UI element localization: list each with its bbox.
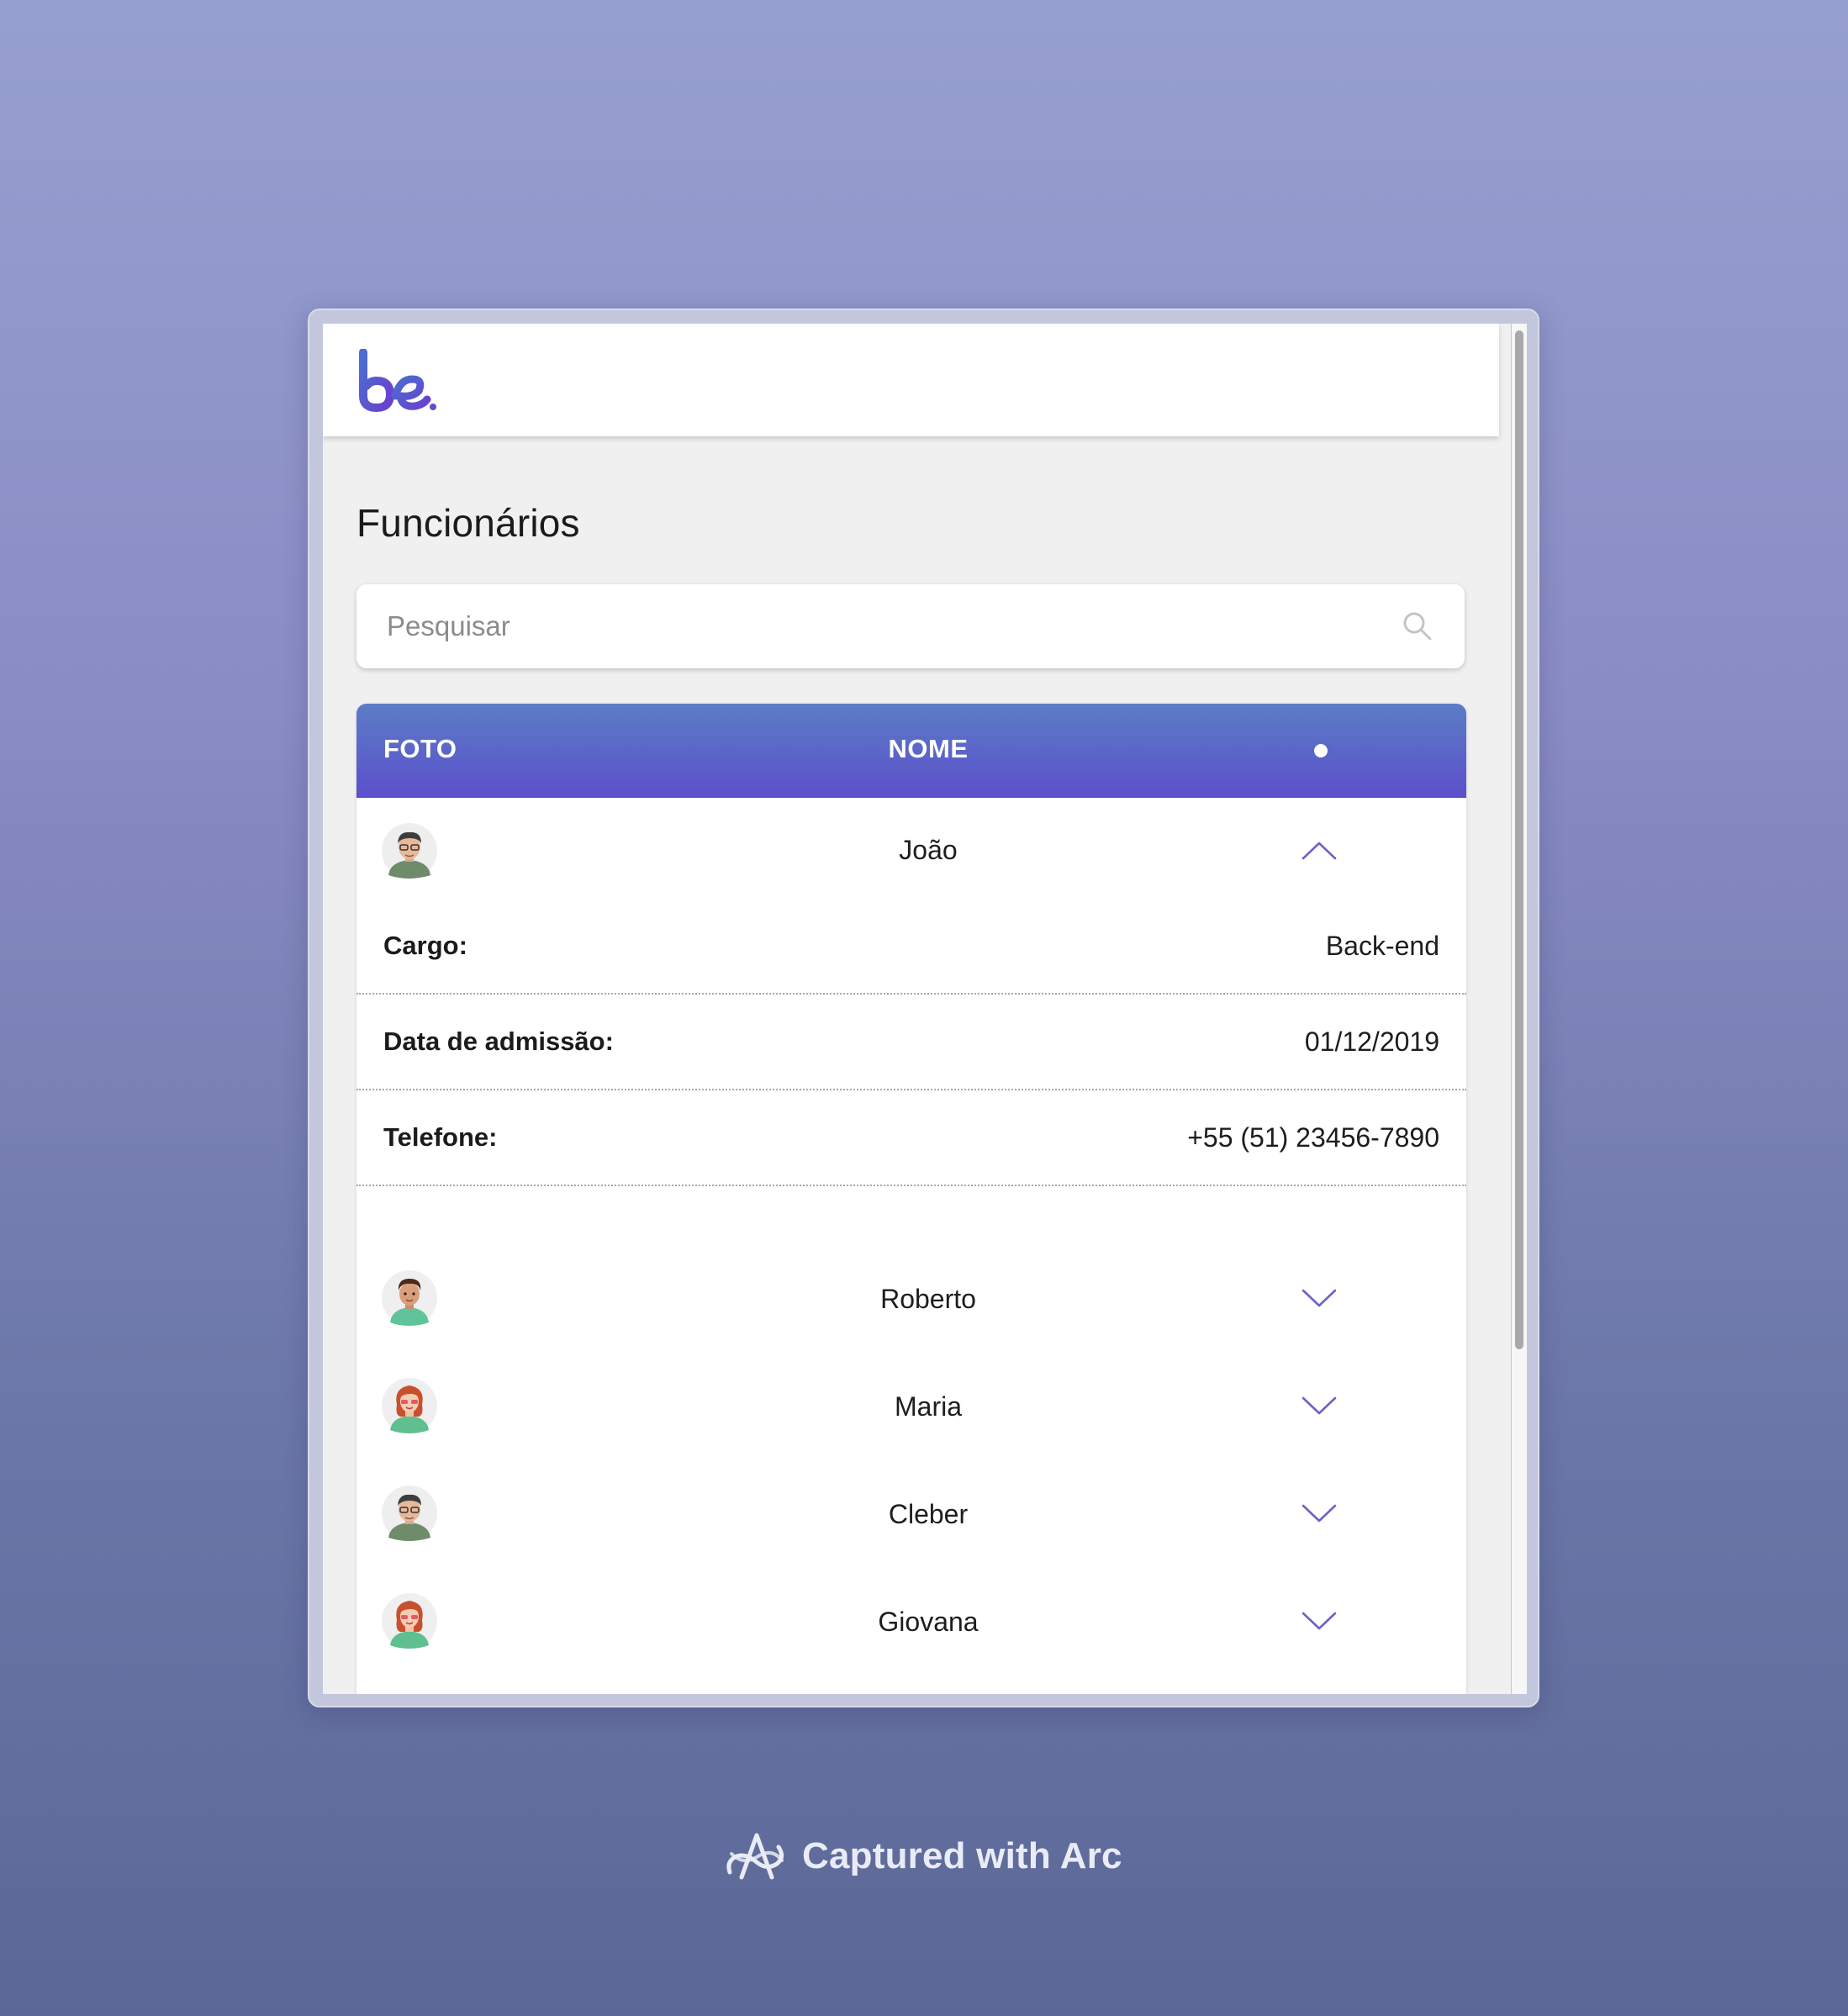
page-title: Funcionários [356, 501, 580, 545]
employee-name: Roberto [880, 1284, 976, 1314]
chevron-down-icon[interactable] [1300, 1287, 1338, 1311]
column-header-nome: NOME [888, 734, 969, 763]
table-row-expanded[interactable]: João [356, 798, 1466, 899]
employees-table: FOTO NOME João Cargo: Back-end Data de a… [356, 704, 1466, 1694]
employee-name: Giovana [878, 1607, 979, 1637]
search-icon[interactable] [1401, 610, 1434, 643]
detail-label: Data de admissão: [383, 1026, 614, 1056]
detail-value: +55 (51) 23456-7890 [1187, 1122, 1439, 1153]
chevron-up-icon[interactable] [1300, 838, 1338, 862]
detail-label: Telefone: [383, 1122, 498, 1152]
search-box [356, 584, 1465, 668]
scrollbar[interactable] [1512, 324, 1527, 1694]
employee-name: João [899, 835, 958, 865]
employee-name: Maria [894, 1391, 962, 1422]
chevron-down-icon[interactable] [1300, 1395, 1338, 1418]
browser-window: Funcionários FOTO NOME João [308, 309, 1539, 1707]
detail-label: Cargo: [383, 931, 467, 960]
table-row[interactable]: Roberto [356, 1248, 1466, 1349]
column-header-foto: FOTO [383, 734, 457, 763]
detail-value: 01/12/2019 [1304, 1026, 1439, 1057]
app-header [323, 324, 1499, 436]
chevron-down-icon[interactable] [1300, 1502, 1338, 1526]
detail-row-cargo: Cargo: Back-end [356, 899, 1466, 995]
table-header: FOTO NOME [356, 704, 1466, 798]
brand-logo[interactable] [356, 349, 437, 413]
column-header-dot-icon [1314, 744, 1328, 757]
table-row[interactable]: Maria [356, 1356, 1466, 1457]
detail-value: Back-end [1325, 931, 1439, 961]
page-viewport: Funcionários FOTO NOME João [323, 324, 1511, 1694]
employee-name: Cleber [888, 1499, 969, 1529]
arc-caption: Captured with Arc [723, 1826, 1122, 1887]
table-row[interactable]: Giovana [356, 1571, 1466, 1672]
arc-logo-icon [726, 1833, 784, 1880]
table-row[interactable]: Cleber [356, 1464, 1466, 1565]
avatar [382, 1593, 437, 1649]
chevron-down-icon[interactable] [1300, 1610, 1338, 1633]
scrollbar-thumb[interactable] [1515, 330, 1523, 1349]
detail-row-admissao: Data de admissão: 01/12/2019 [356, 995, 1466, 1090]
search-input[interactable] [387, 601, 1379, 652]
detail-row-telefone: Telefone: +55 (51) 23456-7890 [356, 1090, 1466, 1186]
avatar [382, 823, 437, 879]
avatar [382, 1486, 437, 1541]
arc-caption-text: Captured with Arc [802, 1835, 1122, 1876]
avatar [382, 1378, 437, 1433]
avatar [382, 1270, 437, 1326]
